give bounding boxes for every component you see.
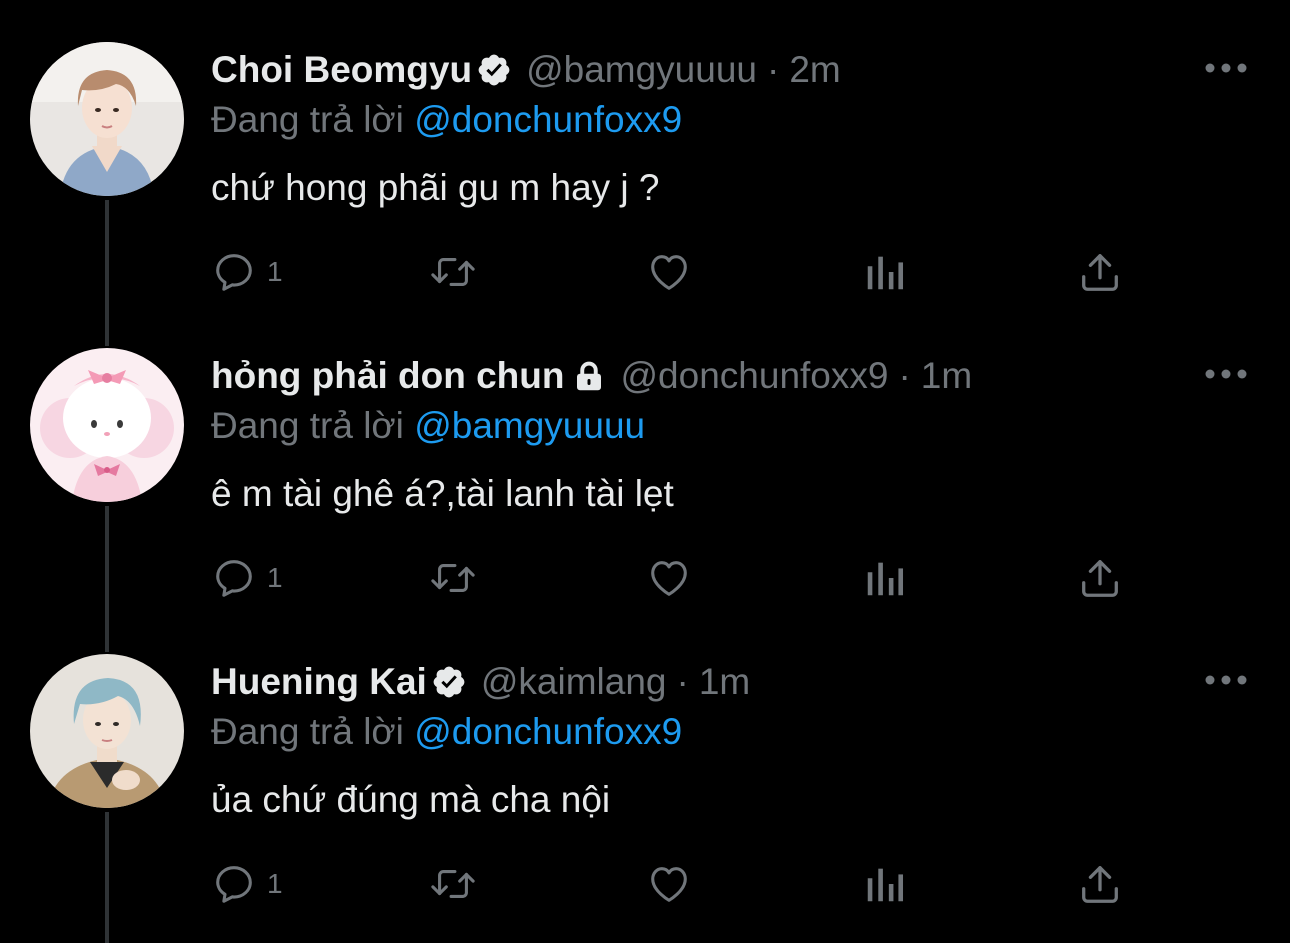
timestamp[interactable]: 1m [921, 354, 972, 398]
reply-button[interactable]: 1 [211, 246, 283, 298]
analytics-icon [867, 256, 904, 290]
replying-to-label: Đang trả lời [211, 405, 404, 446]
verified-badge-icon [476, 52, 512, 88]
analytics-button[interactable] [863, 246, 907, 298]
replying-to-label: Đang trả lời [211, 99, 404, 140]
retweet-button[interactable] [427, 552, 479, 604]
retweet-icon [431, 564, 475, 592]
user-handle[interactable]: @kaimlang [481, 660, 667, 704]
tweet[interactable]: Choi Beomgyu @bamgyuuuu · 2m Đang trả lờ… [0, 0, 1290, 306]
reply-icon [216, 254, 252, 291]
avatar[interactable] [30, 654, 184, 808]
retweet-button[interactable] [427, 246, 479, 298]
verified-badge-icon [431, 664, 467, 700]
mention-link[interactable]: @bamgyuuuu [414, 405, 645, 446]
tweet-header: hỏng phải don chun @donchunfoxx9 · 1m [211, 354, 972, 398]
reply-icon [216, 560, 252, 597]
user-handle[interactable]: @donchunfoxx9 [621, 354, 889, 398]
tweet-actions: 1 [211, 246, 1141, 298]
tweet-text: ủa chứ đúng mà cha nội [211, 779, 611, 820]
display-name[interactable]: Choi Beomgyu [211, 48, 472, 92]
tweet-text: ê m tài ghê á?,tài lanh tài lẹt [211, 473, 674, 514]
analytics-button[interactable] [863, 552, 907, 604]
heart-icon [651, 561, 687, 596]
retweet-icon [431, 870, 475, 898]
mention-link[interactable]: @donchunfoxx9 [414, 711, 682, 752]
heart-icon [651, 255, 687, 290]
replying-to: Đang trả lời @bamgyuuuu [211, 404, 645, 448]
lock-icon [571, 358, 607, 394]
replying-to: Đang trả lời @donchunfoxx9 [211, 710, 682, 754]
retweet-icon [431, 258, 475, 286]
like-button[interactable] [645, 552, 693, 604]
share-icon [1082, 560, 1118, 597]
tweet-header: Huening Kai @kaimlang · 1m [211, 660, 750, 704]
like-button[interactable] [645, 858, 693, 910]
reply-button[interactable]: 1 [211, 552, 283, 604]
separator: · [898, 355, 911, 396]
reply-button[interactable]: 1 [211, 858, 283, 910]
mention-link[interactable]: @donchunfoxx9 [414, 99, 682, 140]
reply-count: 1 [267, 256, 283, 287]
separator: · [676, 661, 689, 702]
analytics-button[interactable] [863, 858, 907, 910]
retweet-button[interactable] [427, 858, 479, 910]
share-icon [1082, 254, 1118, 291]
timestamp[interactable]: 2m [789, 48, 840, 92]
timestamp[interactable]: 1m [699, 660, 750, 704]
reply-count: 1 [267, 868, 283, 899]
avatar[interactable] [30, 348, 184, 502]
more-options-icon[interactable] [1200, 662, 1252, 698]
avatar[interactable] [30, 42, 184, 196]
replying-to-label: Đang trả lời [211, 711, 404, 752]
user-handle[interactable]: @bamgyuuuu [526, 48, 757, 92]
display-name[interactable]: hỏng phải don chun [211, 354, 565, 398]
share-button[interactable] [1077, 246, 1123, 298]
tweet[interactable]: hỏng phải don chun @donchunfoxx9 · 1m Đa… [0, 306, 1290, 612]
tweet-actions: 1 [211, 858, 1141, 910]
display-name[interactable]: Huening Kai [211, 660, 427, 704]
tweet-actions: 1 [211, 552, 1141, 604]
separator: · [767, 49, 780, 90]
like-button[interactable] [645, 246, 693, 298]
more-options-icon[interactable] [1200, 50, 1252, 86]
heart-icon [651, 867, 687, 902]
more-options-icon[interactable] [1200, 356, 1252, 392]
tweet-header: Choi Beomgyu @bamgyuuuu · 2m [211, 48, 841, 92]
replying-to: Đang trả lời @donchunfoxx9 [211, 98, 682, 142]
analytics-icon [867, 562, 904, 596]
analytics-icon [867, 868, 904, 902]
reply-count: 1 [267, 562, 283, 593]
tweet-text: chứ hong phãi gu m hay j ? [211, 167, 660, 208]
share-button[interactable] [1077, 858, 1123, 910]
share-icon [1082, 866, 1118, 903]
reply-icon [216, 866, 252, 903]
tweet[interactable]: Huening Kai @kaimlang · 1m Đang trả lời … [0, 612, 1290, 918]
share-button[interactable] [1077, 552, 1123, 604]
reply-thread: Choi Beomgyu @bamgyuuuu · 2m Đang trả lờ… [0, 0, 1290, 943]
